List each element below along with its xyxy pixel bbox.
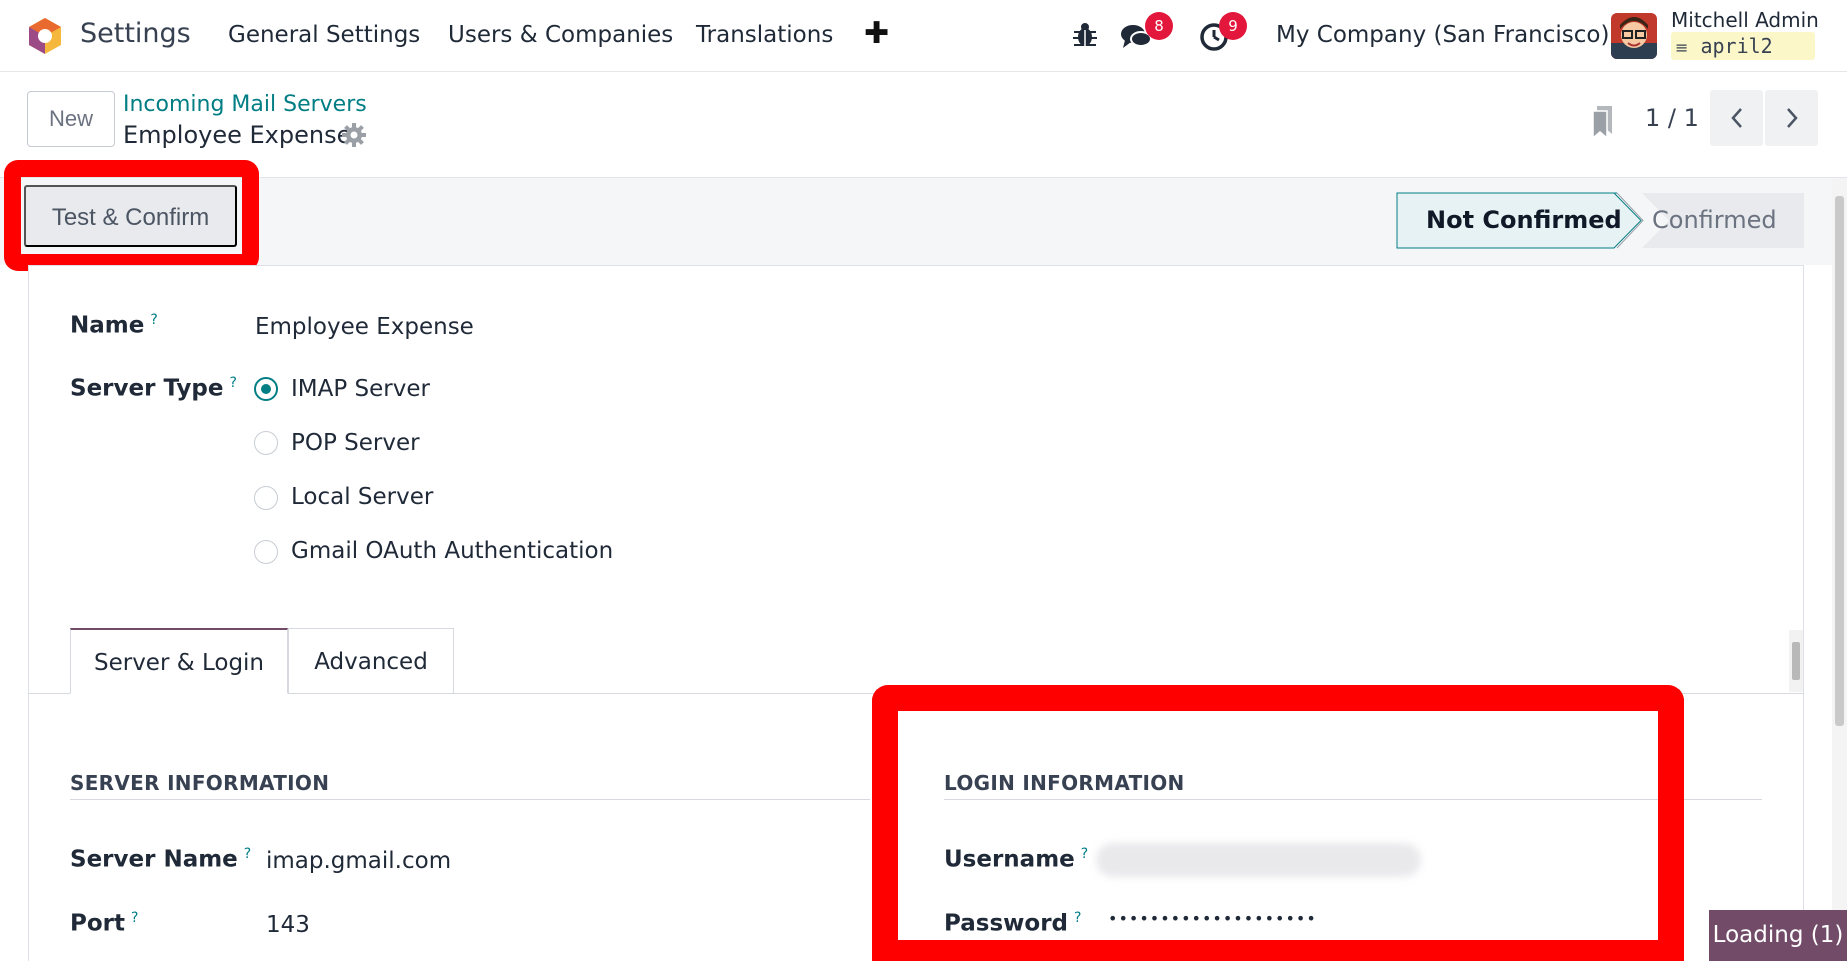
help-icon[interactable]: ? (229, 375, 236, 391)
server-name-label: Server Name? (70, 846, 252, 873)
chevron-left-icon (1730, 108, 1742, 128)
name-label: Name? (70, 312, 158, 339)
tab-advanced[interactable]: Advanced (288, 628, 454, 694)
status-stages: Not Confirmed Confirmed (1396, 192, 1804, 249)
name-field[interactable]: Employee Expense (255, 314, 474, 340)
app-name[interactable]: Settings (80, 18, 191, 49)
pager-next-button[interactable] (1765, 90, 1818, 146)
radio-imap-server[interactable] (254, 377, 278, 401)
server-information-title: SERVER INFORMATION (70, 771, 330, 795)
stage-confirmed[interactable]: Confirmed (1652, 206, 1777, 234)
port-label: Port? (70, 910, 139, 937)
gear-icon[interactable] (341, 122, 367, 148)
activities-count-badge: 9 (1219, 12, 1247, 40)
database-name: april2 (1700, 34, 1773, 58)
menu-translations[interactable]: Translations (696, 22, 833, 48)
menu-general-settings[interactable]: General Settings (228, 22, 420, 48)
pager-value[interactable]: 1 / 1 (1645, 104, 1699, 132)
server-name-field[interactable]: imap.gmail.com (266, 848, 451, 874)
annotation-highlight-login-information (872, 685, 1684, 961)
radio-pop-server[interactable] (254, 431, 278, 455)
tab-server-login[interactable]: Server & Login (70, 628, 288, 694)
bookmark-icon[interactable] (1590, 104, 1616, 140)
page-scrollbar-thumb[interactable] (1835, 196, 1844, 726)
menu-users-companies[interactable]: Users & Companies (448, 22, 673, 48)
annotation-highlight-login-bottom (872, 940, 1684, 961)
chevron-right-icon (1786, 108, 1798, 128)
user-name[interactable]: Mitchell Admin (1671, 8, 1819, 32)
radio-label-local[interactable]: Local Server (291, 484, 433, 510)
plus-icon[interactable]: ✚ (864, 16, 889, 51)
radio-label-gmail-oauth[interactable]: Gmail OAuth Authentication (291, 538, 613, 564)
breadcrumb-incoming-mail-servers[interactable]: Incoming Mail Servers (123, 92, 367, 117)
pager-previous-button[interactable] (1710, 90, 1763, 146)
inner-scrollbar-thumb[interactable] (1792, 642, 1800, 680)
annotation-highlight-test-confirm (4, 160, 259, 271)
radio-gmail-oauth[interactable] (254, 540, 278, 564)
loading-indicator: Loading (1) (1709, 910, 1847, 961)
help-icon[interactable]: ? (150, 312, 157, 328)
messages-count-badge: 8 (1145, 12, 1173, 40)
company-switcher[interactable]: My Company (San Francisco) (1276, 22, 1609, 48)
user-avatar[interactable] (1611, 13, 1657, 59)
radio-local-server[interactable] (254, 486, 278, 510)
port-field[interactable]: 143 (266, 912, 310, 938)
stage-not-confirmed[interactable]: Not Confirmed (1426, 206, 1622, 234)
top-navbar: Settings General Settings Users & Compan… (0, 0, 1847, 72)
help-icon[interactable]: ? (244, 846, 251, 862)
server-section-rule (70, 799, 870, 800)
server-type-label: Server Type? (70, 375, 237, 402)
new-button[interactable]: New (27, 91, 115, 147)
database-badge: ≡ april2 (1671, 32, 1815, 60)
database-icon: ≡ (1675, 38, 1689, 57)
bug-icon[interactable] (1068, 18, 1102, 52)
odoo-app-icon[interactable] (26, 16, 64, 56)
record-title: Employee Expense (123, 121, 352, 149)
radio-label-pop[interactable]: POP Server (291, 430, 420, 456)
radio-label-imap[interactable]: IMAP Server (291, 376, 430, 402)
help-icon[interactable]: ? (131, 910, 138, 926)
